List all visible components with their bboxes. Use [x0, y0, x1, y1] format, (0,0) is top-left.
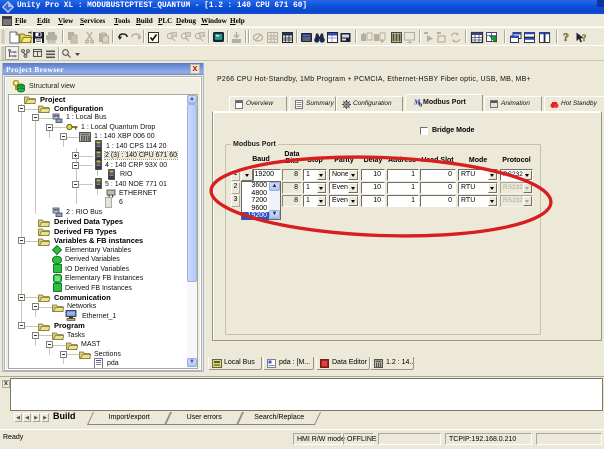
- svg-text:?: ?: [582, 33, 587, 43]
- svg-text:?: ?: [563, 30, 569, 44]
